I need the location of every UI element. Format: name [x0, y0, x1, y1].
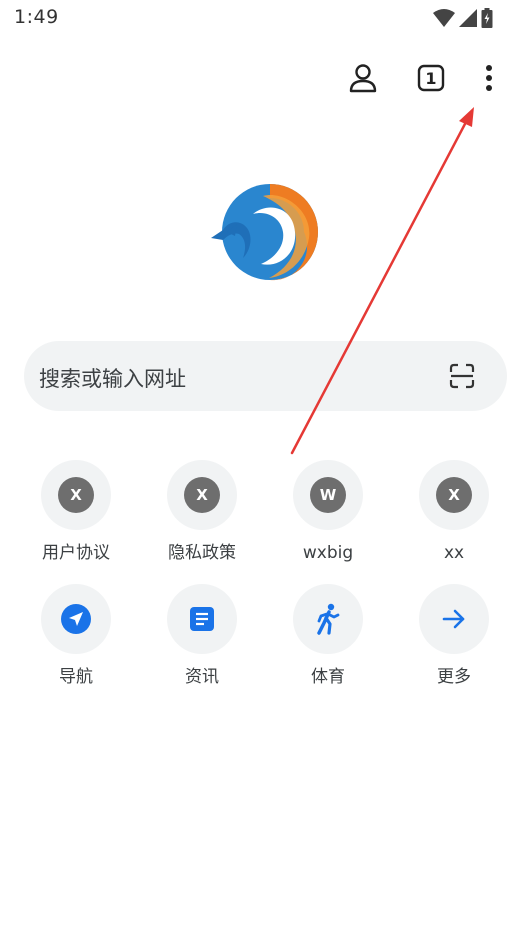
account-button[interactable] — [343, 58, 383, 98]
wifi-icon — [433, 9, 455, 27]
shortcut-news[interactable]: 资讯 — [142, 584, 262, 687]
status-bar: 1:49 — [0, 0, 531, 36]
shortcut-label: 隐私政策 — [168, 543, 236, 563]
shortcut-more[interactable]: 更多 — [394, 584, 514, 687]
search-input[interactable]: 搜索或输入网址 — [24, 341, 507, 411]
shortcut-xx[interactable]: X xx — [394, 460, 514, 563]
browser-logo — [211, 184, 318, 281]
shortcut-label: 资讯 — [185, 667, 219, 687]
site-letter-badge: X — [436, 477, 472, 513]
scan-button[interactable] — [445, 359, 479, 393]
site-letter-badge: X — [58, 477, 94, 513]
shortcut-label: 导航 — [59, 667, 93, 687]
shortcut-label: wxbig — [302, 543, 354, 563]
battery-icon — [481, 8, 493, 28]
status-time: 1:49 — [14, 6, 59, 28]
shortcut-user-agreement[interactable]: X 用户协议 — [16, 460, 136, 563]
shortcut-label: 体育 — [311, 667, 345, 687]
menu-button[interactable] — [469, 58, 509, 98]
tab-switcher-button[interactable]: 1 — [411, 58, 451, 98]
shortcut-sports[interactable]: 体育 — [268, 584, 388, 687]
news-icon — [190, 607, 214, 631]
cellular-signal-icon — [459, 9, 477, 27]
more-vertical-icon — [486, 65, 492, 91]
tab-count: 1 — [425, 68, 437, 88]
shortcut-label: 用户协议 — [42, 543, 110, 563]
shortcut-navigation[interactable]: 导航 — [16, 584, 136, 687]
shortcut-label: xx — [443, 543, 465, 563]
shortcut-privacy-policy[interactable]: X 隐私政策 — [142, 460, 262, 563]
shortcut-label: 更多 — [437, 667, 471, 687]
sports-icon — [317, 603, 340, 635]
arrow-right-icon — [442, 609, 465, 629]
qr-scan-icon — [449, 363, 475, 389]
site-letter-badge: X — [184, 477, 220, 513]
site-letter-badge: W — [310, 477, 346, 513]
shortcut-wxbig[interactable]: W wxbig — [268, 460, 388, 563]
person-icon — [349, 64, 377, 93]
navigation-icon — [61, 604, 91, 634]
search-placeholder: 搜索或输入网址 — [39, 367, 186, 391]
